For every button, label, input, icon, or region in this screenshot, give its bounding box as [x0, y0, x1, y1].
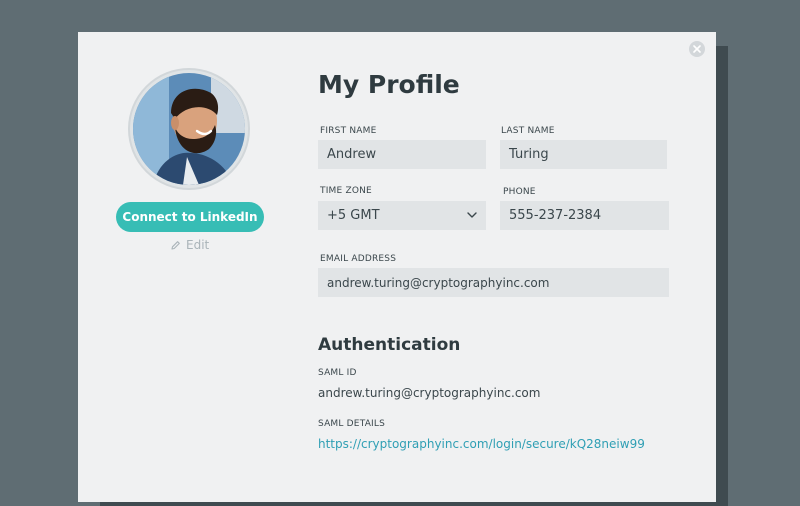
- time-zone-label: TIME ZONE: [320, 186, 372, 196]
- first-name-value: Andrew: [327, 147, 377, 162]
- avatar: [133, 73, 245, 185]
- saml-details-label: SAML DETAILS: [318, 419, 386, 429]
- time-zone-value: +5 GMT: [327, 208, 380, 223]
- time-zone-select[interactable]: +5 GMT: [318, 201, 486, 230]
- saml-id-value: andrew.turing@cryptographyinc.com: [318, 386, 541, 400]
- authentication-heading: Authentication: [318, 335, 461, 355]
- chevron-down-icon: [467, 212, 477, 218]
- edit-avatar-link[interactable]: Edit: [170, 238, 209, 252]
- connect-linkedin-label: Connect to LinkedIn: [122, 210, 258, 224]
- saml-details-link[interactable]: https://cryptographyinc.com/login/secure…: [318, 437, 645, 451]
- phone-value: 555-237-2384: [509, 208, 602, 223]
- last-name-value: Turing: [509, 147, 549, 162]
- saml-id-label: SAML ID: [318, 368, 357, 378]
- phone-label: PHONE: [503, 187, 536, 197]
- page-title: My Profile: [318, 70, 460, 99]
- last-name-field[interactable]: Turing: [500, 140, 667, 169]
- last-name-label: LAST NAME: [501, 126, 555, 136]
- close-icon: [693, 45, 701, 53]
- connect-linkedin-button[interactable]: Connect to LinkedIn: [116, 202, 264, 232]
- email-value: andrew.turing@cryptographyinc.com: [327, 275, 550, 290]
- email-field[interactable]: andrew.turing@cryptographyinc.com: [318, 268, 669, 297]
- phone-field[interactable]: 555-237-2384: [500, 201, 669, 230]
- first-name-label: FIRST NAME: [320, 126, 377, 136]
- email-label: EMAIL ADDRESS: [320, 254, 397, 264]
- first-name-field[interactable]: Andrew: [318, 140, 486, 169]
- avatar-frame[interactable]: [128, 68, 250, 190]
- pencil-icon: [171, 240, 180, 250]
- edit-label: Edit: [186, 238, 210, 252]
- close-button[interactable]: [689, 41, 705, 57]
